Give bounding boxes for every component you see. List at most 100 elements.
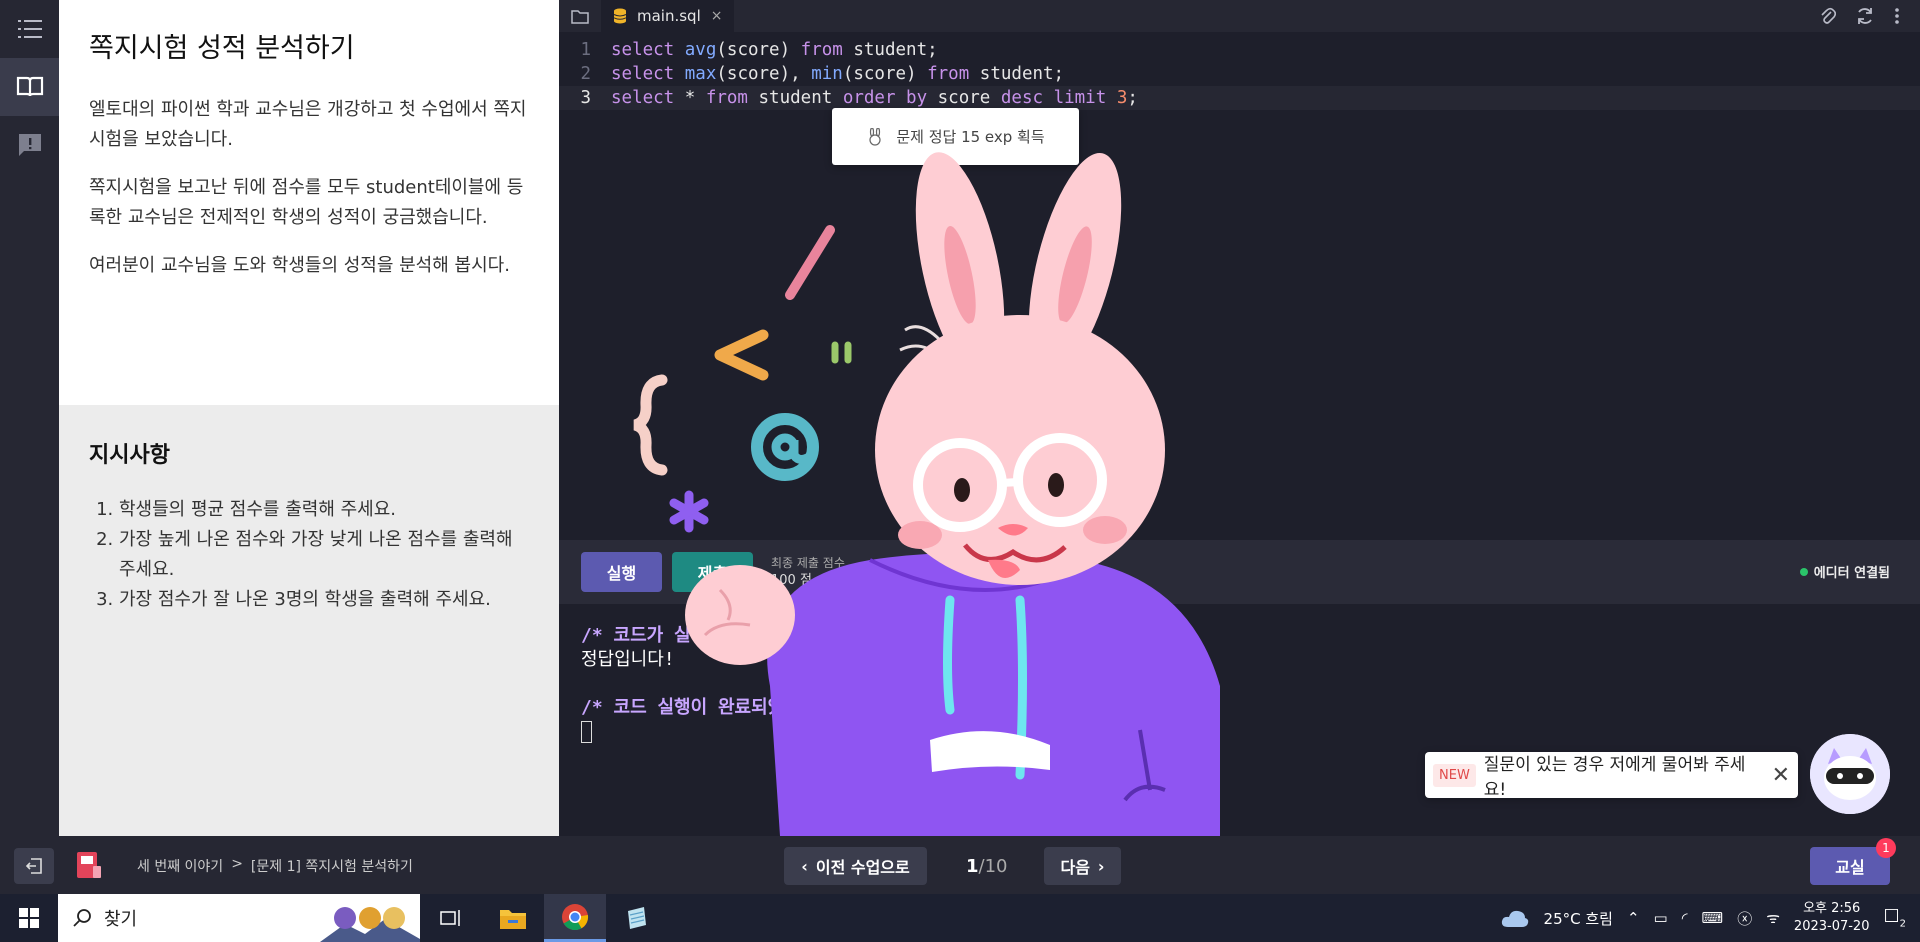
- tab-label: main.sql: [637, 7, 701, 25]
- breadcrumb-item[interactable]: 세 번째 이야기: [137, 856, 223, 876]
- folder-icon[interactable]: [559, 0, 601, 32]
- action-bar: 실행 제출 최종 제출 점수 100 점 에디터 연결됨: [559, 540, 1920, 604]
- search-label: 찾기: [104, 909, 138, 930]
- chevron-left-icon: ‹: [801, 856, 808, 876]
- connection-label: 에디터 연결됨: [1813, 566, 1890, 581]
- terminal-cursor: [581, 721, 592, 743]
- notification-count: 2: [1899, 918, 1906, 930]
- ai-helper-avatar[interactable]: [1810, 734, 1890, 814]
- task-item: 학생들의 평균 점수를 출력해 주세요.: [119, 495, 529, 525]
- task-view-icon[interactable]: [420, 894, 482, 942]
- submit-button[interactable]: 제출: [672, 552, 753, 592]
- paperclip-icon[interactable]: [1820, 7, 1836, 25]
- exit-icon: [25, 858, 42, 874]
- icon-rail: [0, 0, 59, 836]
- terminal-line: 정답입니다!: [581, 649, 675, 670]
- score-value: 100 점: [771, 573, 812, 588]
- page-current: 1: [966, 856, 979, 877]
- terminal-line: /* 코드가 실행되었습니다... */: [581, 625, 855, 646]
- os-taskbar: 찾기 25°C 흐림 ⌃ ▭ ◜ ⌨ ⓧ ᯤ 오후 2:56 2023-07-2…: [0, 894, 1920, 942]
- status-dot: [1799, 567, 1808, 576]
- code-editor: main.sql × 1 select avg(score) from stud…: [559, 0, 1920, 540]
- prev-label: 이전 수업으로: [815, 858, 910, 877]
- toast-text: 문제 정답 15 exp 획득: [896, 128, 1045, 146]
- instruction-paragraph: 여러분이 교수님을 도와 학생들의 성적을 분석해 봅시다.: [89, 255, 510, 276]
- task-section: 지시사항 학생들의 평균 점수를 출력해 주세요. 가장 높게 나온 점수와 가…: [59, 405, 559, 836]
- chevron-up-icon[interactable]: ⌃: [1627, 909, 1640, 927]
- breadcrumb-separator: >: [231, 856, 243, 872]
- run-button[interactable]: 실행: [581, 552, 662, 592]
- wifi-icon[interactable]: ◜: [1682, 909, 1688, 927]
- code-line[interactable]: 2 select max(score), min(score) from stu…: [559, 62, 1920, 86]
- tab-main-sql[interactable]: main.sql ×: [601, 0, 735, 32]
- clock-date: 2023-07-20: [1793, 919, 1870, 934]
- task-item: 가장 점수가 잘 나온 3명의 학생을 출력해 주세요.: [119, 585, 529, 615]
- code-line-active[interactable]: 3 select * from student order by score d…: [559, 86, 1920, 110]
- windows-start-icon[interactable]: [0, 894, 58, 942]
- score-label: 최종 제출 점수: [771, 556, 845, 570]
- code-line[interactable]: 1 select avg(score) from student;: [559, 38, 1920, 62]
- code-text: select max(score), min(score) from stude…: [611, 64, 1065, 84]
- ime-icon[interactable]: ᯤ: [1766, 908, 1780, 928]
- rabbit-icon: [869, 127, 881, 146]
- circle-x-icon[interactable]: ⓧ: [1737, 908, 1752, 929]
- more-vertical-icon[interactable]: [1894, 7, 1900, 25]
- breadcrumb: 세 번째 이야기 > [문제 1] 쪽지시험 분석하기: [137, 856, 413, 876]
- instruction-paragraph: 엘토대의 파이썬 학과 교수님은 개강하고 첫 수업에서 쪽지시험을 보았습니다…: [89, 99, 527, 150]
- close-icon[interactable]: ✕: [1772, 763, 1790, 788]
- task-item: 가장 높게 나온 점수와 가장 낮게 나온 점수를 출력해 주세요.: [119, 525, 529, 585]
- chevron-right-icon: ›: [1097, 856, 1105, 876]
- chrome-icon[interactable]: [544, 894, 606, 942]
- weather-text[interactable]: 25°C 흐림: [1544, 908, 1613, 929]
- instruction-paragraph: 쪽지시험을 보고난 뒤에 점수를 모두 student테이블에 등록한 교수님은…: [89, 177, 524, 228]
- editor-tabbar: main.sql ×: [559, 0, 1920, 32]
- instructions-panel: 쪽지시험 성적 분석하기 엘토대의 파이썬 학과 교수님은 개강하고 첫 수업에…: [59, 0, 559, 836]
- keyboard-icon[interactable]: ⌨: [1702, 909, 1724, 927]
- notification-center-icon[interactable]: ☐2: [1883, 906, 1906, 930]
- cloud-icon: [1501, 910, 1528, 927]
- terminal-line: /* 코드 실행이 완료되었습니다. */: [581, 697, 878, 718]
- taskbar-search[interactable]: 찾기: [58, 894, 420, 942]
- page-title: 쪽지시험 성적 분석하기: [89, 33, 355, 64]
- clock[interactable]: 오후 2:56 2023-07-20: [1794, 900, 1870, 936]
- code-text: select * from student order by score des…: [611, 88, 1138, 108]
- system-tray: 25°C 흐림 ⌃ ▭ ◜ ⌨ ⓧ ᯤ 오후 2:56 2023-07-20 ☐…: [1500, 894, 1920, 942]
- clock-time: 오후 2:56: [1803, 901, 1861, 916]
- next-label: 다음: [1060, 858, 1090, 877]
- battery-icon[interactable]: ▭: [1654, 909, 1668, 927]
- exit-button[interactable]: [14, 848, 54, 884]
- task-heading: 지시사항: [89, 443, 170, 468]
- exp-toast: 문제 정답 15 exp 획득: [832, 108, 1079, 165]
- score-info: 최종 제출 점수 100 점: [771, 554, 845, 590]
- line-number: 1: [580, 40, 591, 60]
- feedback-icon[interactable]: [0, 116, 59, 174]
- line-number: 2: [580, 64, 591, 84]
- line-number: 3: [580, 88, 591, 108]
- page-indicator: 1/10: [966, 856, 1008, 877]
- notification-badge: 1: [1876, 838, 1896, 858]
- next-lesson-button[interactable]: 다음 ›: [1044, 847, 1121, 885]
- refresh-icon[interactable]: [1856, 7, 1874, 25]
- course-book-icon: [75, 850, 103, 880]
- connection-status: 에디터 연결됨: [1799, 562, 1890, 581]
- page-total: /10: [978, 856, 1008, 877]
- search-icon: [73, 909, 91, 927]
- database-icon: [613, 8, 627, 24]
- close-icon[interactable]: ×: [711, 8, 723, 24]
- new-badge: NEW: [1433, 763, 1476, 787]
- code-text: select avg(score) from student;: [611, 40, 938, 60]
- editor-tools: [1820, 0, 1900, 32]
- file-explorer-icon[interactable]: [482, 894, 544, 942]
- search-highlight-icon: [320, 907, 420, 942]
- code-area[interactable]: 1 select avg(score) from student; 2 sele…: [559, 32, 1920, 110]
- output-terminal[interactable]: /* 코드가 실행되었습니다... */ 정답입니다! /* 코드 실행이 완료…: [559, 604, 1920, 836]
- lesson-navbar: 세 번째 이야기 > [문제 1] 쪽지시험 분석하기 ‹ 이전 수업으로 1/…: [0, 836, 1920, 894]
- chat-text: 질문이 있는 경우 저에게 물어봐 주세요!: [1483, 755, 1746, 800]
- breadcrumb-item: [문제 1] 쪽지시험 분석하기: [250, 859, 413, 875]
- task-list: 학생들의 평균 점수를 출력해 주세요. 가장 높게 나온 점수와 가장 낮게 …: [89, 495, 529, 615]
- menu-list-icon[interactable]: [0, 0, 59, 58]
- notepad-icon[interactable]: [606, 894, 668, 942]
- chat-prompt[interactable]: NEW 질문이 있는 경우 저에게 물어봐 주세요! ✕: [1425, 752, 1798, 800]
- prev-lesson-button[interactable]: ‹ 이전 수업으로: [784, 847, 927, 885]
- book-open-icon[interactable]: [0, 58, 59, 116]
